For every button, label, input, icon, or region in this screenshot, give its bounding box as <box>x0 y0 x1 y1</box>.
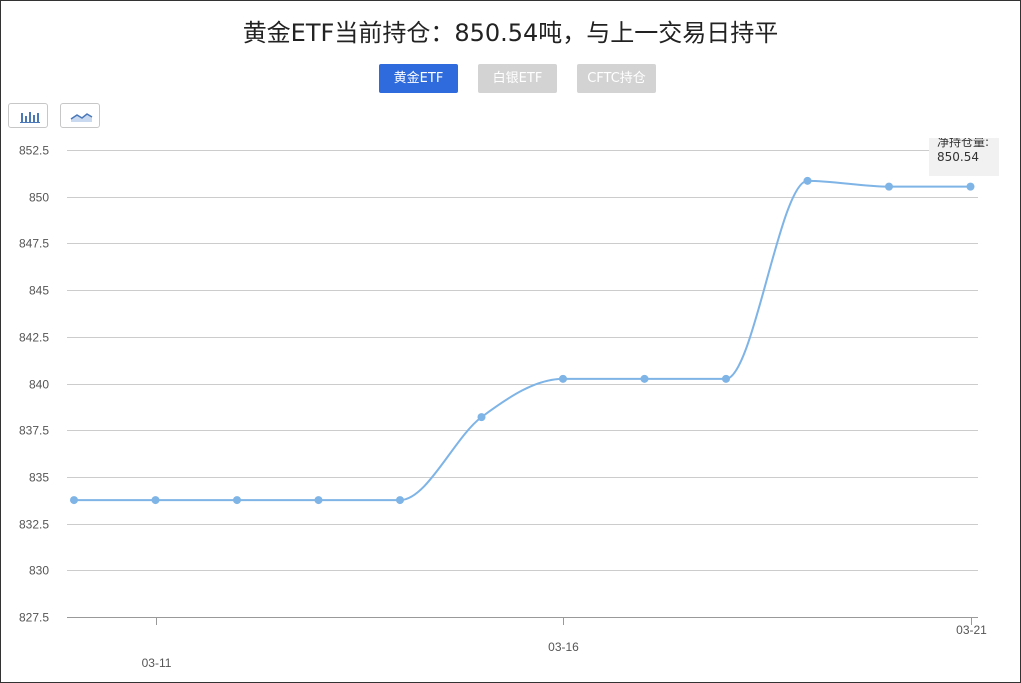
y-tick-label: 840 <box>29 378 49 392</box>
line-chart: 852.5 850 847.5 845 842.5 840 837.5 835 832.5 830… <box>19 144 987 671</box>
data-point <box>314 496 323 505</box>
x-tick-label: 03-21 <box>956 623 987 637</box>
y-tick-label: 830 <box>29 564 49 578</box>
data-point <box>396 496 404 505</box>
data-point <box>803 176 812 185</box>
y-tick-label: 850 <box>29 191 49 205</box>
y-tick-label: 837.5 <box>19 424 49 438</box>
data-point <box>722 374 730 383</box>
y-tick-label: 827.5 <box>19 611 49 625</box>
x-tick-label: 03-16 <box>548 640 579 654</box>
chart-frame: 黄金ETF当前持仓：850.54吨，与上一交易日持平 黄金ETF 白银ETF C… <box>0 0 1021 683</box>
data-tooltip: 净持仓量: 850.54 <box>929 138 999 176</box>
data-point <box>559 374 567 383</box>
data-point <box>151 496 160 505</box>
data-point <box>70 496 78 505</box>
y-tick-label: 852.5 <box>19 144 49 158</box>
data-point <box>477 413 486 422</box>
y-tick-label: 832.5 <box>19 518 49 532</box>
tooltip-value: 850.54 <box>937 150 979 164</box>
data-point <box>233 496 241 505</box>
data-point <box>885 182 893 191</box>
y-tick-label: 847.5 <box>19 237 49 251</box>
series-line <box>73 179 971 502</box>
x-tick-label: 03-11 <box>142 656 172 670</box>
tooltip-label: 净持仓量: <box>937 138 990 149</box>
y-tick-label: 845 <box>29 284 49 298</box>
y-tick-label: 842.5 <box>19 331 49 345</box>
data-point <box>640 374 649 383</box>
data-point <box>966 182 975 191</box>
y-tick-label: 835 <box>29 471 49 485</box>
